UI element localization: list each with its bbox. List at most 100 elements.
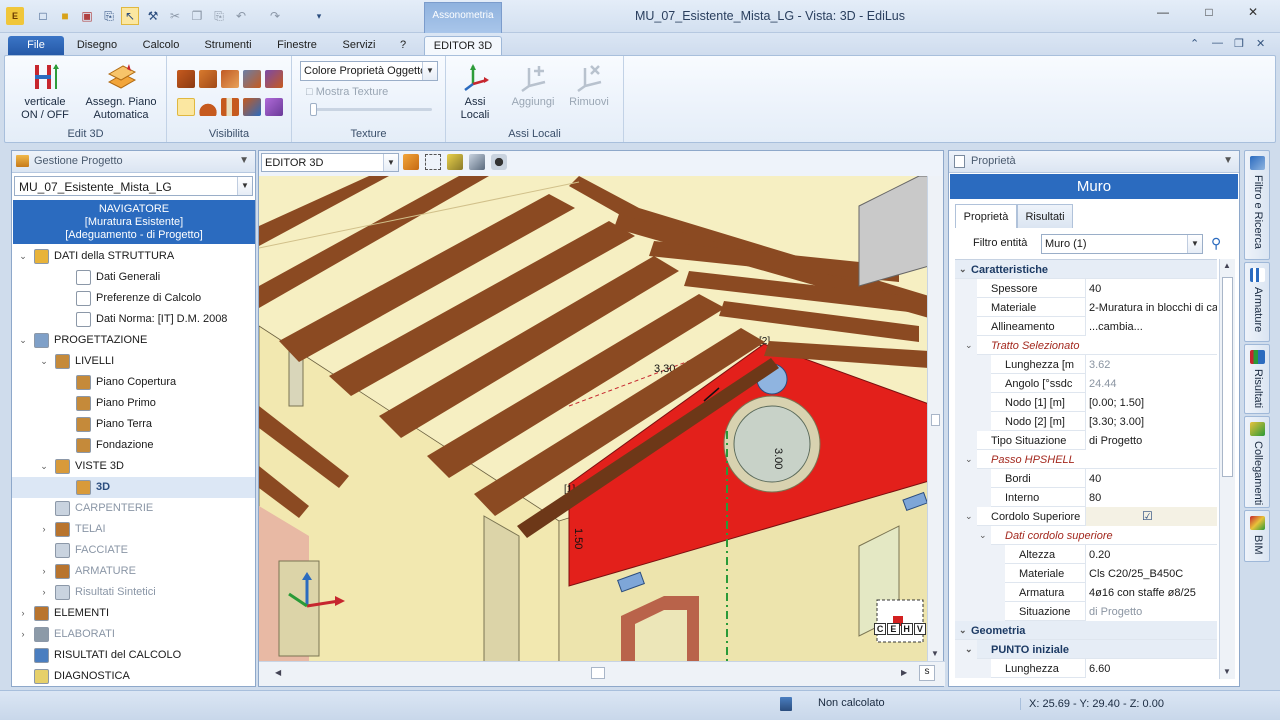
- side-tab-filtro-ricerca[interactable]: Filtro e Ricerca: [1244, 150, 1270, 260]
- view-h-button[interactable]: H: [900, 623, 913, 635]
- mostra-texture-checkbox[interactable]: □ Mostra Texture: [306, 86, 388, 98]
- expand-down-icon[interactable]: ⌄: [18, 335, 28, 346]
- expand-down-icon[interactable]: ⌄: [39, 356, 49, 367]
- visibility-roof-icon[interactable]: [177, 98, 195, 116]
- box-view-icon[interactable]: [403, 154, 419, 170]
- scroll-down-icon[interactable]: ▼: [1223, 667, 1231, 676]
- texture-slider-thumb[interactable]: [310, 103, 317, 116]
- tree-item[interactable]: ⌄ VISTE 3D: [12, 456, 255, 477]
- property-row[interactable]: Bordi 40: [955, 469, 1217, 488]
- tree-item[interactable]: › ARMATURE: [12, 561, 255, 582]
- collapse-icon[interactable]: ⌄: [959, 625, 967, 636]
- pin-icon[interactable]: ▼: [239, 155, 249, 166]
- tree-item[interactable]: Preferenze di Calcolo: [12, 288, 255, 309]
- property-category[interactable]: ⌄ Caratteristiche: [955, 260, 1217, 279]
- tab-risultati[interactable]: Risultati: [1017, 204, 1073, 228]
- ribbon-collapse-icon[interactable]: ⌃: [1190, 37, 1199, 50]
- tree-item[interactable]: ⌄ DATI della STRUTTURA: [12, 246, 255, 267]
- property-category[interactable]: ⌄ PUNTO iniziale: [955, 640, 1217, 659]
- tree-item[interactable]: Piano Primo: [12, 393, 255, 414]
- tree-item[interactable]: Fondazione: [12, 435, 255, 456]
- tree-item[interactable]: Piano Copertura: [12, 372, 255, 393]
- property-value[interactable]: di Progetto: [1085, 602, 1217, 621]
- app-logo-icon[interactable]: E: [6, 7, 24, 25]
- redo-icon[interactable]: ↷: [266, 7, 284, 25]
- search-icon[interactable]: ⚲: [1211, 235, 1221, 252]
- tree-item[interactable]: › Risultati Sintetici: [12, 582, 255, 603]
- rimuovi-button[interactable]: Rimuovi: [564, 62, 614, 109]
- property-value[interactable]: 80: [1085, 488, 1217, 507]
- scroll-left-icon[interactable]: ◀: [275, 668, 281, 677]
- property-row[interactable]: Spessore 40: [955, 279, 1217, 298]
- scroll-up-icon[interactable]: ▲: [1223, 261, 1231, 270]
- zoom-window-icon[interactable]: [425, 154, 441, 170]
- tree-item[interactable]: DIAGNOSTICA: [12, 666, 255, 687]
- assi-locali-button[interactable]: Assi Locali: [454, 62, 496, 122]
- tree-item[interactable]: Dati Generali: [12, 267, 255, 288]
- property-row[interactable]: Allineamento ...cambia...: [955, 317, 1217, 336]
- property-row[interactable]: Situazione di Progetto: [955, 602, 1217, 621]
- view-c-button[interactable]: C: [874, 623, 887, 635]
- mdi-restore-icon[interactable]: ❐: [1234, 37, 1244, 50]
- collapse-icon[interactable]: ⌄: [965, 454, 973, 465]
- visibility-beams-icon[interactable]: [177, 70, 195, 88]
- visibility-frames-icon[interactable]: [243, 70, 261, 88]
- property-row[interactable]: Angolo [°ssdc 24.44: [955, 374, 1217, 393]
- 3d-model-scene[interactable]: 3,30 3.00 1.50 [1] [2]: [259, 176, 929, 662]
- property-row[interactable]: Lunghezza [m 3.62: [955, 355, 1217, 374]
- save-icon[interactable]: ▣: [78, 7, 96, 25]
- cut-icon[interactable]: ✂: [166, 7, 184, 25]
- expand-down-icon[interactable]: ⌄: [18, 251, 28, 262]
- property-value[interactable]: 3.62: [1085, 355, 1217, 374]
- scroll-right-icon[interactable]: ▶: [901, 668, 907, 677]
- property-category[interactable]: ⌄ Dati cordolo superiore: [955, 526, 1217, 545]
- expand-right-icon[interactable]: ›: [39, 524, 49, 534]
- tree-item[interactable]: › ELEMENTI: [12, 603, 255, 624]
- tree-item[interactable]: ⌄ PROGETTAZIONE: [12, 330, 255, 351]
- property-row[interactable]: Armatura 4ø16 con staffe ø8/25: [955, 583, 1217, 602]
- tree-item[interactable]: › ELABORATI: [12, 624, 255, 645]
- expand-down-icon[interactable]: ⌄: [39, 461, 49, 472]
- tree-item[interactable]: RISULTATI del CALCOLO: [12, 645, 255, 666]
- tab-disegno[interactable]: Disegno: [72, 36, 122, 55]
- property-row[interactable]: Lunghezza 6.60: [955, 659, 1217, 678]
- property-scrollbar[interactable]: ▲ ▼: [1219, 259, 1235, 679]
- tab-proprieta[interactable]: Proprietà: [955, 204, 1017, 228]
- property-value[interactable]: di Progetto: [1085, 431, 1217, 450]
- property-category[interactable]: ⌄ Geometria: [955, 621, 1217, 640]
- visibility-stairs-icon[interactable]: [265, 70, 283, 88]
- visibility-solid-icon[interactable]: [265, 98, 283, 116]
- property-category[interactable]: ⌄ Passo HPSHELL: [955, 450, 1217, 469]
- collapse-icon[interactable]: ⌄: [965, 511, 973, 522]
- view-mode-combo[interactable]: EDITOR 3D ▼: [261, 153, 399, 172]
- tree-item[interactable]: CARPENTERIE: [12, 498, 255, 519]
- mdi-minimize-icon[interactable]: —: [1212, 37, 1223, 49]
- tree-item[interactable]: 3D: [12, 477, 255, 498]
- scroll-s-button[interactable]: s: [919, 665, 935, 681]
- property-value[interactable]: [0.00; 1.50]: [1085, 393, 1217, 412]
- expand-right-icon[interactable]: ›: [18, 629, 28, 639]
- assegn-piano-automatica-button[interactable]: Assegn. Piano Automatica: [81, 62, 161, 122]
- side-tab-bim[interactable]: BIM: [1244, 510, 1270, 562]
- tab-help[interactable]: ?: [392, 36, 414, 55]
- visibility-foundation-icon[interactable]: [243, 98, 261, 116]
- checkbox-checked-icon[interactable]: ☑: [1142, 509, 1153, 523]
- side-tab-collegamenti[interactable]: Collegamenti: [1244, 416, 1270, 508]
- scroll-thumb[interactable]: [931, 414, 940, 426]
- collapse-icon[interactable]: ⌄: [959, 264, 967, 275]
- property-row[interactable]: Tipo Situazione di Progetto: [955, 431, 1217, 450]
- expand-right-icon[interactable]: ›: [39, 587, 49, 597]
- viewport-vertical-scrollbar[interactable]: ▼: [927, 176, 943, 662]
- tree-item[interactable]: Dati Norma: [IT] D.M. 2008: [12, 309, 255, 330]
- expand-right-icon[interactable]: ›: [18, 608, 28, 618]
- tab-file[interactable]: File: [8, 36, 64, 55]
- print-icon[interactable]: ⎘: [100, 7, 118, 25]
- layers-icon[interactable]: [447, 154, 463, 170]
- undo-icon[interactable]: ↶: [232, 7, 250, 25]
- side-tab-armature[interactable]: Armature: [1244, 262, 1270, 342]
- collapse-icon[interactable]: ⌄: [979, 530, 987, 541]
- property-row[interactable]: Nodo [1] [m] [0.00; 1.50]: [955, 393, 1217, 412]
- camera-icon[interactable]: [491, 154, 507, 170]
- open-folder-icon[interactable]: ■: [56, 7, 74, 25]
- copy-icon[interactable]: ❐: [188, 7, 206, 25]
